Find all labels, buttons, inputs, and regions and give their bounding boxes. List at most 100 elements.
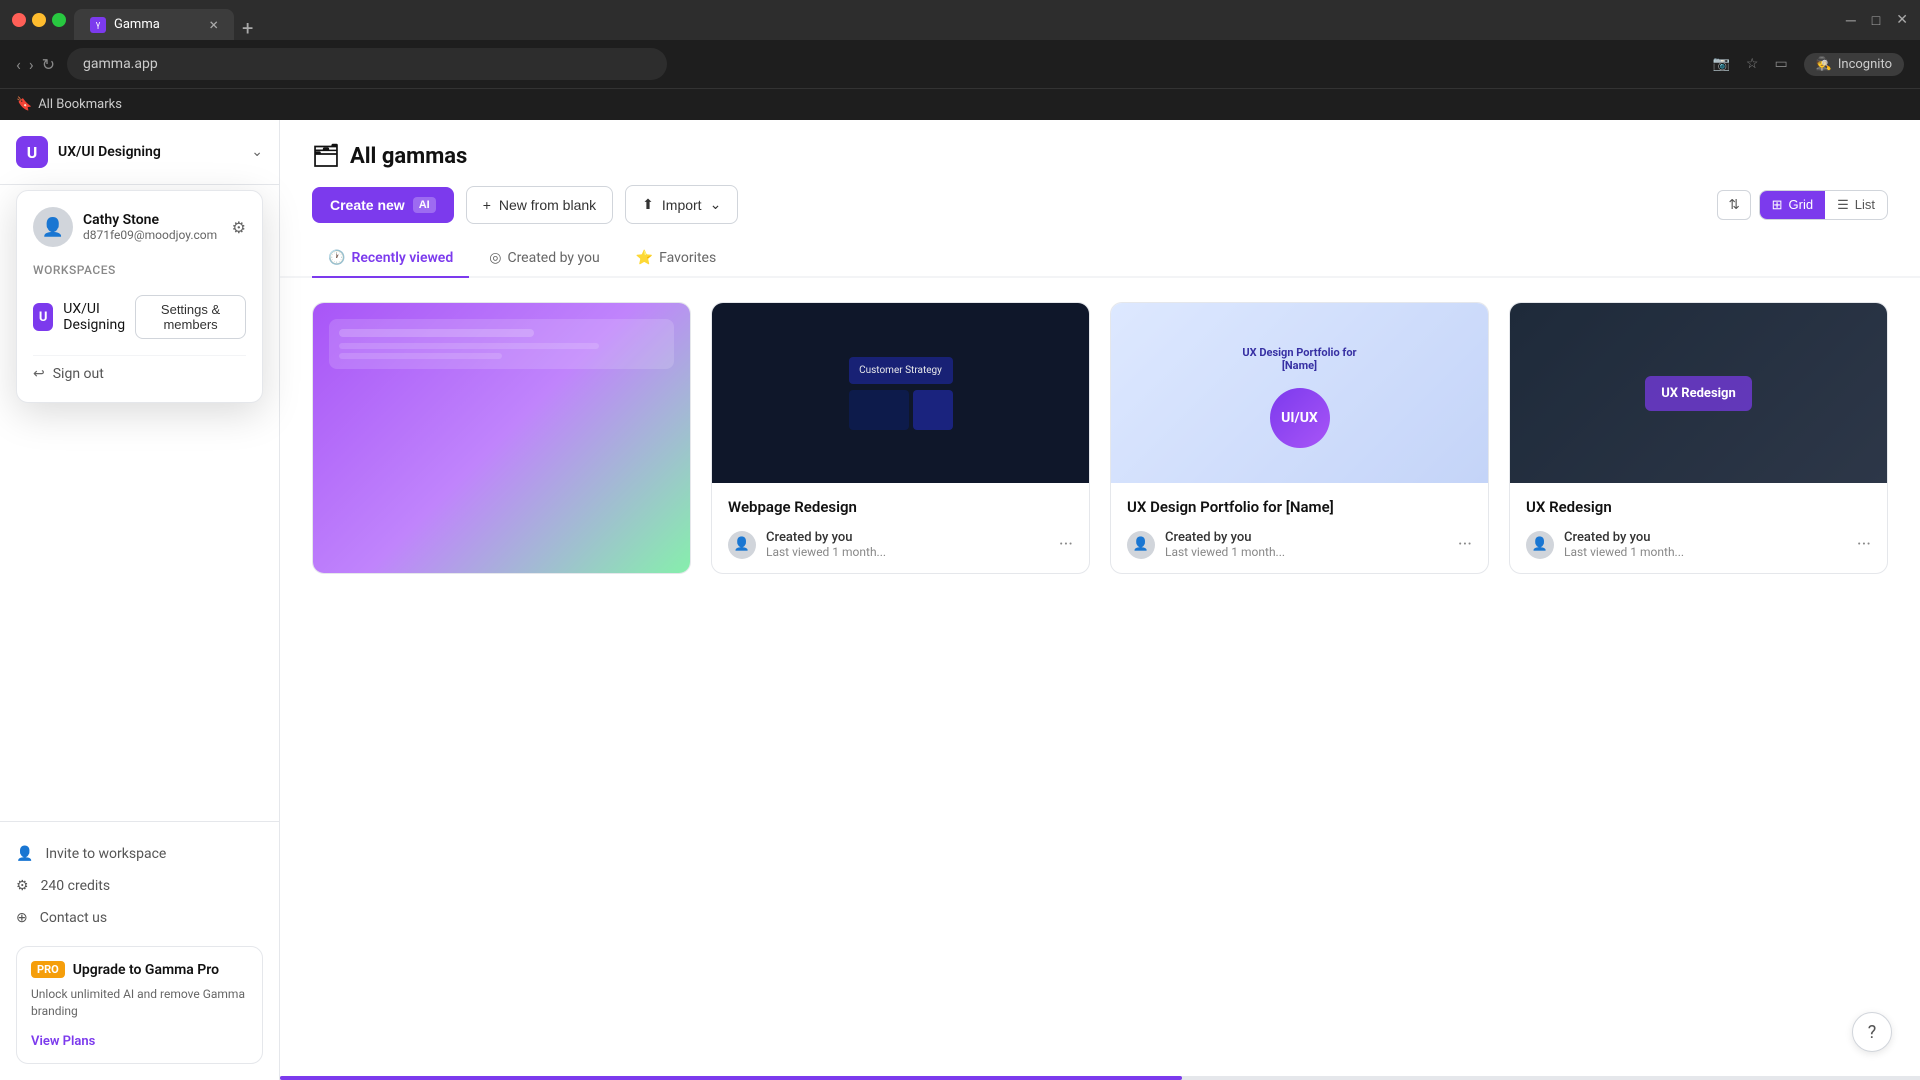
contact-item[interactable]: ⊕ Contact us (16, 902, 263, 934)
created-by-you-icon: ◎ (489, 250, 501, 266)
grid-icon: ⊞ (1772, 197, 1783, 213)
credits-icon: ⚙ (16, 878, 29, 894)
card-3-creator: Created by you (1165, 530, 1448, 545)
dropdown-workspace-name: UX/UI Designing (63, 301, 125, 333)
window-minimize-button[interactable] (32, 13, 46, 27)
create-new-button[interactable]: Create new AI (312, 187, 454, 223)
credits-item[interactable]: ⚙ 240 credits (16, 870, 263, 902)
browser-chrome: γ Gamma × + ─□✕ (0, 0, 1920, 40)
chevron-down-icon: ⌄ (251, 144, 263, 160)
card-4-title: UX Redesign (1526, 497, 1871, 518)
bookmarks-icon: 🔖 (16, 97, 32, 112)
grid-view-button[interactable]: ⊞ Grid (1760, 191, 1825, 219)
card-3-avatar: 👤 (1127, 531, 1155, 559)
scroll-progress-bar (280, 1076, 1920, 1080)
import-label: Import (662, 197, 702, 213)
card-2-creator: Created by you (766, 530, 1049, 545)
main-content: 🗂 All gammas Create new AI + New from bl… (280, 120, 1920, 1080)
window-maximize-button[interactable] (52, 13, 66, 27)
list-icon: ☰ (1837, 197, 1849, 213)
card-2-time: Last viewed 1 month... (766, 545, 1049, 559)
bookmarks-bar: 🔖 All Bookmarks (0, 88, 1920, 120)
new-from-blank-label: New from blank (499, 197, 596, 213)
pro-title: Upgrade to Gamma Pro (73, 962, 219, 978)
recently-viewed-label: Recently viewed (351, 250, 453, 266)
workspace-name: UX/UI Designing (58, 144, 241, 160)
sort-icon: ⇅ (1728, 197, 1739, 212)
card-4-time: Last viewed 1 month... (1564, 545, 1847, 559)
card-ux-redesign-2[interactable]: UX Redesign UX Redesign 👤 Created by you… (1509, 302, 1888, 574)
recently-viewed-icon: 🕐 (328, 250, 345, 266)
progress-bar-fill (280, 1076, 1182, 1080)
tab-favicon: γ (90, 17, 106, 33)
invite-icon: 👤 (16, 846, 33, 862)
forward-button[interactable]: › (29, 55, 34, 74)
reload-button[interactable]: ↻ (42, 55, 55, 74)
cards-grid: UX Redesign 👤 Created by you Last viewed… (280, 302, 1920, 606)
incognito-icon: 🕵 (1816, 57, 1832, 72)
favorites-label: Favorites (659, 250, 716, 266)
card-ux-redesign-1[interactable]: UX Redesign 👤 Created by you Last viewed… (312, 302, 691, 574)
help-button[interactable]: ? (1852, 1012, 1892, 1052)
star-icon[interactable]: ☆ (1746, 56, 1759, 72)
workspace-avatar: U (16, 136, 48, 168)
sort-button[interactable]: ⇅ (1717, 190, 1750, 220)
card-3-menu-icon[interactable]: ··· (1458, 534, 1472, 555)
incognito-button[interactable]: 🕵 Incognito (1804, 53, 1904, 76)
pro-banner: PRO Upgrade to Gamma Pro Unlock unlimite… (16, 946, 263, 1064)
card-2-menu-icon[interactable]: ··· (1059, 534, 1073, 555)
page-title-icon: 🗂 (312, 144, 340, 169)
camera-icon: 📷 (1712, 56, 1729, 72)
list-view-button[interactable]: ☰ List (1825, 191, 1887, 219)
new-from-blank-button[interactable]: + New from blank (466, 186, 613, 224)
tab-title: Gamma (114, 17, 160, 32)
workspaces-label: Workspaces (33, 263, 246, 277)
help-icon: ? (1868, 1022, 1877, 1043)
url-text: gamma.app (83, 56, 158, 72)
settings-icon[interactable]: ⚙ (232, 218, 246, 237)
tab-favorites[interactable]: ⭐ Favorites (620, 240, 733, 278)
settings-members-button[interactable]: Settings & members (135, 295, 246, 339)
invite-workspace-item[interactable]: 👤 Invite to workspace (16, 838, 263, 870)
new-tab-button[interactable]: + (242, 16, 253, 40)
card-webpage-redesign[interactable]: Customer Strategy Webpage Redesign 👤 (711, 302, 1090, 574)
tab-created-by-you[interactable]: ◎ Created by you (473, 240, 615, 278)
window-close-button[interactable] (12, 13, 26, 27)
card-ux-portfolio[interactable]: UX Design Portfolio for[Name] UI/UX UX D… (1110, 302, 1489, 574)
browser-tab[interactable]: γ Gamma × (74, 9, 234, 40)
plus-icon: + (483, 197, 491, 213)
url-bar[interactable]: gamma.app (67, 48, 667, 80)
contact-label: Contact us (40, 910, 107, 926)
grid-label: Grid (1789, 197, 1814, 212)
import-chevron-icon: ⌄ (710, 196, 722, 213)
card-2-avatar: 👤 (728, 531, 756, 559)
list-label: List (1855, 197, 1875, 212)
sidebar: U UX/UI Designing ⌄ ⊞ Templates 💡 Inspir… (0, 120, 280, 1080)
user-avatar: 👤 (33, 207, 73, 247)
tablet-icon: ▭ (1774, 56, 1787, 72)
import-button[interactable]: ⬆ Import ⌄ (625, 185, 738, 224)
workspace-header[interactable]: U UX/UI Designing ⌄ (0, 120, 279, 185)
card-3-time: Last viewed 1 month... (1165, 545, 1448, 559)
window-controls[interactable]: ─□✕ (1846, 12, 1908, 29)
workspace-dropdown: 👤 Cathy Stone d871fe09@moodjoy.com ⚙ Wor… (16, 190, 263, 403)
pro-description: Unlock unlimited AI and remove Gamma bra… (31, 986, 248, 1020)
view-plans-button[interactable]: View Plans (31, 1034, 95, 1049)
sign-out-row[interactable]: ↩ Sign out (33, 355, 246, 386)
create-new-label: Create new (330, 197, 405, 213)
card-4-menu-icon[interactable]: ··· (1857, 534, 1871, 555)
card-3-title: UX Design Portfolio for [Name] (1127, 497, 1472, 518)
user-name: Cathy Stone (83, 212, 222, 228)
back-button[interactable]: ‹ (16, 55, 21, 74)
pro-tag: PRO (31, 961, 65, 978)
invite-label: Invite to workspace (45, 846, 166, 862)
import-icon: ⬆ (642, 196, 654, 213)
credits-label: 240 credits (41, 878, 111, 894)
dropdown-workspace-avatar: U (33, 303, 53, 331)
tab-close-icon[interactable]: × (209, 15, 218, 34)
sign-out-label: Sign out (53, 366, 104, 382)
created-by-you-label: Created by you (507, 250, 599, 266)
tab-recently-viewed[interactable]: 🕐 Recently viewed (312, 240, 469, 278)
browser-window-controls[interactable] (12, 13, 66, 27)
sign-out-icon: ↩ (33, 366, 45, 382)
